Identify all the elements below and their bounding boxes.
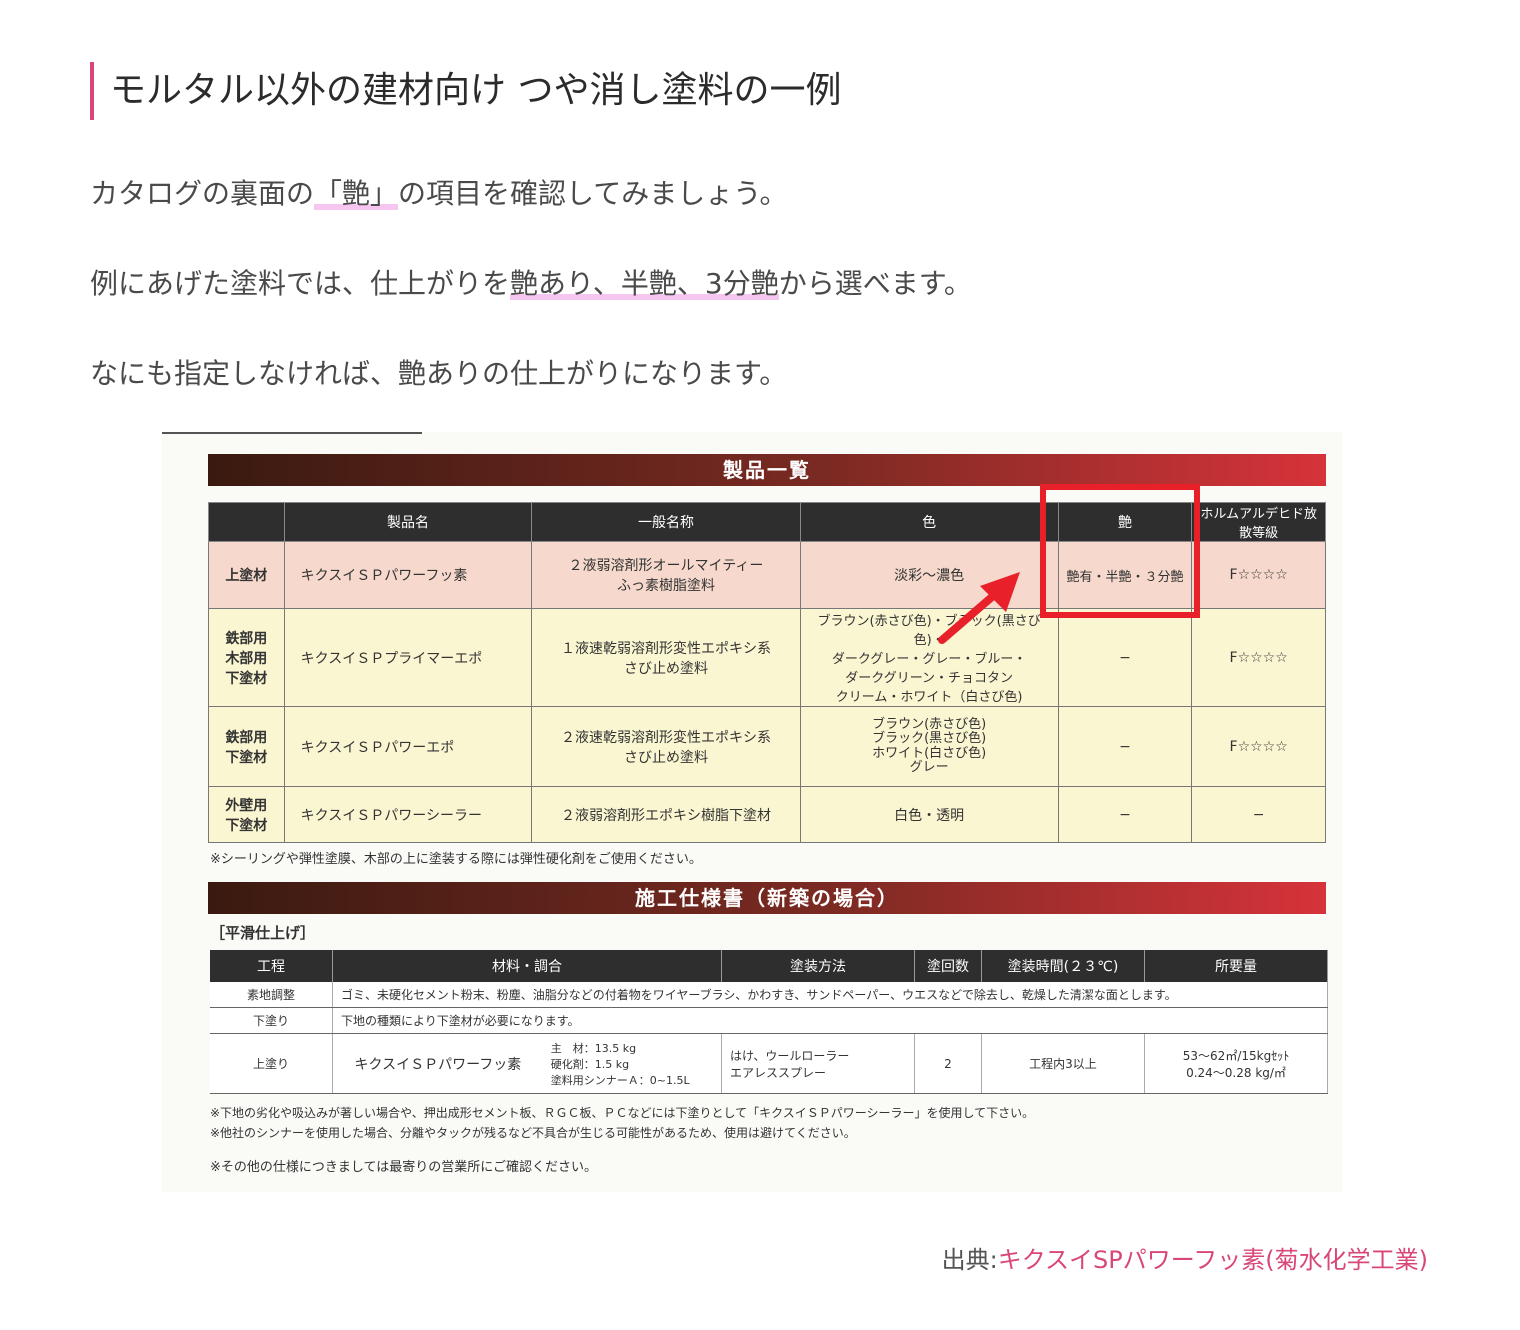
citation-link[interactable]: キクスイSPパワーフッ素(菊水化学工業) [998,1246,1428,1274]
citation-label: 出典: [941,1246,998,1274]
spec-note: ※その他の仕様につきましては最寄りの営業所にご確認ください。 [210,1160,597,1175]
spec-desc-cell: ゴミ、未硬化セメント粉末、粉塵、油脂分などの付着物をワイヤーブラシ、かわすき、サ… [332,982,1328,1008]
category-cell: 鉄部用 木部用 下塗材 [208,608,285,707]
general-name-cell: ２液速乾弱溶剤形変性エポキシ系 さび止め塗料 [531,706,801,787]
spec-header: 塗装方法 [721,950,915,982]
table-row: 鉄部用 下塗材 キクスイＳＰパワーエポ ２液速乾弱溶剤形変性エポキシ系 さび止め… [208,706,1326,787]
color-cell: ブラウン(赤さび色) ブラック(黒さび色) ホワイト(白さび色) グレー [799,706,1059,787]
product-name-cell: キクスイＳＰパワーフッ素 [283,541,533,609]
product-table-header: 製品名 [283,502,533,542]
grade-cell: − [1191,786,1326,843]
table-row: 下塗り 下地の種類により下塗材が必要になります。 [210,1007,1328,1034]
product-name-cell: キクスイＳＰパワーエポ [283,706,533,787]
paragraph-2: 例にあげた塗料では、仕上がりを艶あり、半艶、3分艶から選べます。 [90,262,972,302]
gloss-callout-box [1040,484,1200,618]
spec-table: 工程 材料・調合 塗装方法 塗回数 塗装時間(２３℃) 所要量 素地調整 ゴミ、… [210,950,1328,1094]
spec-banner: 施工仕様書（新築の場合） [208,882,1326,914]
general-name-cell: ２液弱溶剤形オールマイティー ふっ素樹脂塗料 [531,541,801,609]
category-cell: 上塗材 [208,541,285,609]
spec-step-cell: 上塗り [210,1033,333,1094]
category-cell: 外壁用 下塗材 [208,786,285,843]
category-cell: 鉄部用 下塗材 [208,706,285,787]
product-list-banner: 製品一覧 [208,454,1326,486]
section-heading: モルタル以外の建材向け つや消し塗料の一例 [90,62,841,120]
paragraph-2-highlight: 艶あり、半艶、3分艶 [510,267,779,300]
table-row: 鉄部用 木部用 下塗材 キクスイＳＰプライマーエポ １液速乾弱溶剤形変性エポキシ… [208,608,1326,707]
gloss-cell: − [1057,786,1193,843]
spec-header: 材料・調合 [332,950,722,982]
paragraph-3: なにも指定しなければ、艶ありの仕上がりになります。 [90,357,788,390]
spec-method-cell: はけ、ウールローラー エアレススプレー [721,1033,915,1094]
general-name-cell: ２液弱溶剤形エポキシ樹脂下塗材 [531,786,801,843]
table-row: 素地調整 ゴミ、未硬化セメント粉末、粉塵、油脂分などの付着物をワイヤーブラシ、か… [210,982,1328,1008]
grade-cell: F☆☆☆☆ [1191,706,1326,787]
grade-cell: F☆☆☆☆ [1191,541,1326,609]
spec-step-cell: 素地調整 [210,982,333,1008]
paragraph-1: カタログの裏面の「艶」の項目を確認してみましょう。 [90,172,788,212]
spec-subhead: ［平滑仕上げ］ [210,924,316,942]
paragraph-1-highlight: 「艶」 [314,177,399,210]
spec-amount-cell: 53〜62㎡/15kgｾｯﾄ 0.24〜0.28 kg/㎡ [1144,1033,1328,1094]
arrow-icon [938,572,1020,644]
citation: 出典:キクスイSPパワーフッ素(菊水化学工業) [942,1240,1428,1275]
paragraph-2-text-b: から選べます。 [778,267,972,300]
catalog-image: 製品一覧 製品名 一般名称 色 艶 ホルムアルデヒド放散等級 上塗材 キクスイＳ… [162,432,1342,1192]
spec-header: 塗回数 [914,950,982,982]
spec-header: 工程 [210,950,333,982]
spec-header: 塗装時間(２３℃) [981,950,1145,982]
product-table-header: ホルムアルデヒド放散等級 [1191,502,1326,542]
general-name-cell: １液速乾弱溶剤形変性エポキシ系 さび止め塗料 [531,608,801,707]
paragraph-2-text-a: 例にあげた塗料では、仕上がりを [90,267,511,300]
spec-mix-cell: 主 材：13.5 kg 硬化剤：1.5 kg 塗料用シンナーＡ：0~1.5L [542,1033,722,1094]
product-name-cell: キクスイＳＰプライマーエポ [283,608,533,707]
table-row: 上塗り キクスイＳＰパワーフッ素 主 材：13.5 kg 硬化剤：1.5 kg … [210,1033,1328,1094]
spec-coats-cell: 2 [914,1033,982,1094]
spec-note: ※下地の劣化や吸込みが著しい場合や、押出成形セメント板、ＲＧＣ板、ＰＣなどには下… [210,1106,1035,1120]
spec-header: 所要量 [1144,950,1328,982]
spec-time-cell: 工程内3以上 [981,1033,1145,1094]
product-table-header: 一般名称 [531,502,801,542]
product-table-header: 色 [799,502,1059,542]
gloss-cell: − [1057,706,1193,787]
gloss-cell: − [1057,608,1193,707]
paragraph-1-text-a: カタログの裏面の [90,177,315,210]
grade-cell: F☆☆☆☆ [1191,608,1326,707]
product-table-header [208,502,285,542]
spec-step-cell: 下塗り [210,1007,333,1034]
product-note: ※シーリングや弾性塗膜、木部の上に塗装する際には弾性硬化剤をご使用ください。 [210,852,702,867]
product-name-cell: キクスイＳＰパワーシーラー [283,786,533,843]
color-cell: 白色・透明 [799,786,1059,843]
paragraph-1-text-b: の項目を確認してみましょう。 [398,177,788,210]
spec-note: ※他社のシンナーを使用した場合、分離やタックが残るなど不具合が生じる可能性がある… [210,1126,856,1140]
divider [162,432,422,434]
spec-material-cell: キクスイＳＰパワーフッ素 [332,1033,543,1094]
spec-desc-cell: 下地の種類により下塗材が必要になります。 [332,1007,1328,1034]
table-row: 外壁用 下塗材 キクスイＳＰパワーシーラー ２液弱溶剤形エポキシ樹脂下塗材 白色… [208,786,1326,843]
